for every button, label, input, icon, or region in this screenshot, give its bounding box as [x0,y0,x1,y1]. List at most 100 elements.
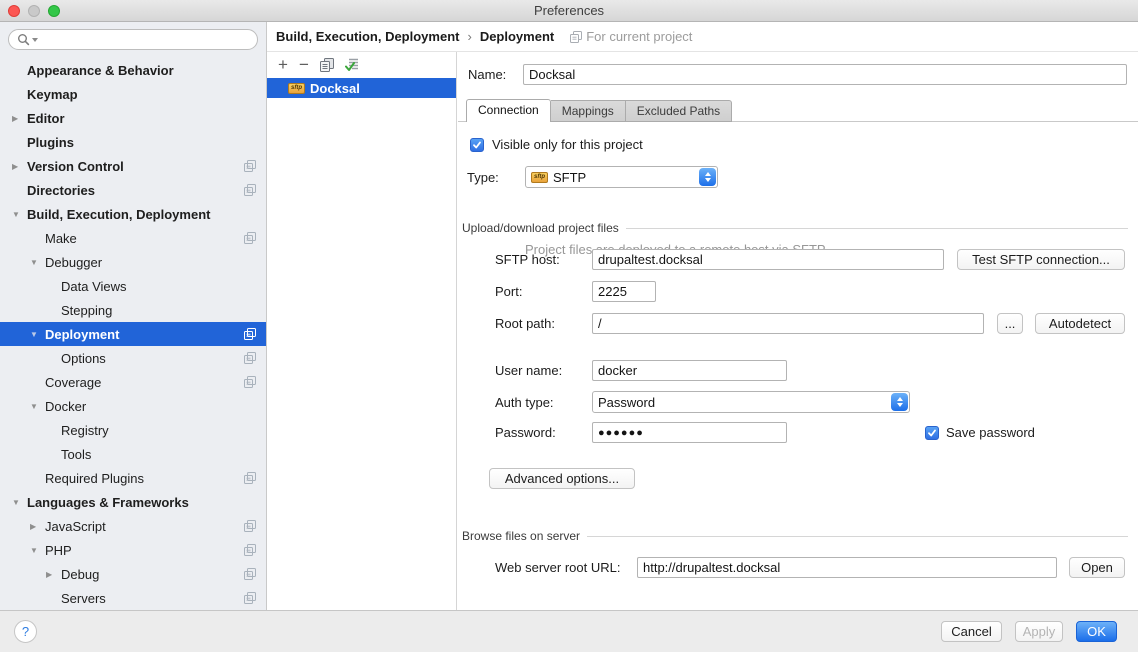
sftp-host-input[interactable] [592,249,944,270]
sidebar-item-label: Appearance & Behavior [27,63,174,78]
auth-type-select[interactable]: Password [592,391,910,413]
password-input[interactable] [592,422,787,443]
copy-server-button[interactable] [320,58,334,72]
sidebar-item-directories[interactable]: Directories [0,178,266,202]
user-name-input[interactable] [592,360,787,381]
cancel-button[interactable]: Cancel [941,621,1002,642]
type-select[interactable]: sftp SFTP [525,166,718,188]
sidebar-item-required-plugins[interactable]: Required Plugins [0,466,266,490]
sidebar-item-docker[interactable]: ▼Docker [0,394,266,418]
web-root-url-input[interactable] [637,557,1057,578]
sftp-file-icon: sftp [531,172,548,183]
sidebar-item-stepping[interactable]: Stepping [0,298,266,322]
sidebar-item-label: Keymap [27,87,78,102]
sidebar-item-debug[interactable]: ▶Debug [0,562,266,586]
search-field[interactable] [8,29,258,50]
search-input[interactable] [43,32,249,47]
search-options-caret-icon[interactable] [32,38,38,42]
help-button[interactable]: ? [14,620,37,643]
title-bar: Preferences [0,0,1138,22]
chevron-right-icon[interactable]: ▶ [10,162,27,171]
for-current-project-label: For current project [586,29,692,44]
autodetect-button[interactable]: Autodetect [1035,313,1125,334]
project-level-icon [570,31,582,43]
upload-section-header: Upload/download project files [462,221,1128,235]
dropdown-stepper-icon[interactable] [699,168,716,186]
add-server-button[interactable]: + [278,57,288,73]
server-list-item-docksal[interactable]: sftp Docksal [267,78,456,98]
advanced-options-button[interactable]: Advanced options... [489,468,635,489]
sidebar-item-label: Servers [61,591,106,606]
settings-sidebar: Appearance & Behavior Keymap ▶Editor Plugin… [0,22,267,610]
sidebar-item-php[interactable]: ▼PHP [0,538,266,562]
remove-server-button[interactable]: − [299,57,309,73]
project-level-icon [244,184,256,196]
copy-icon [320,58,334,72]
port-label: Port: [495,284,592,299]
breadcrumb-parent[interactable]: Build, Execution, Deployment [276,29,459,44]
check-icon [472,140,482,150]
chevron-down-icon[interactable]: ▼ [28,546,45,555]
sidebar-item-editor[interactable]: ▶Editor [0,106,266,130]
chevron-right-icon[interactable]: ▶ [28,522,45,531]
use-as-default-button[interactable] [345,58,359,72]
sidebar-item-registry[interactable]: Registry [0,418,266,442]
sidebar-item-data-views[interactable]: Data Views [0,274,266,298]
sidebar-item-label: Plugins [27,135,74,150]
tab-mappings[interactable]: Mappings [551,100,626,122]
dropdown-stepper-icon[interactable] [891,393,908,411]
chevron-right-icon[interactable]: ▶ [10,114,27,123]
sidebar-item-label: Coverage [45,375,101,390]
sidebar-item-tools[interactable]: Tools [0,442,266,466]
settings-tree: Appearance & Behavior Keymap ▶Editor Plugin… [0,55,266,610]
chevron-down-icon[interactable]: ▼ [28,258,45,267]
root-path-input[interactable] [592,313,984,334]
sidebar-item-keymap[interactable]: Keymap [0,82,266,106]
sidebar-item-servers[interactable]: Servers [0,586,266,610]
sidebar-item-javascript[interactable]: ▶JavaScript [0,514,266,538]
tab-connection[interactable]: Connection [466,99,551,122]
root-path-label: Root path: [495,316,592,331]
for-current-project-badge: For current project [570,29,692,44]
sidebar-item-debugger[interactable]: ▼Debugger [0,250,266,274]
sidebar-item-label: JavaScript [45,519,106,534]
project-level-icon [244,592,256,604]
port-input[interactable] [592,281,656,302]
sidebar-item-version-control[interactable]: ▶Version Control [0,154,266,178]
preferences-window: Preferences Appearance & Behavior Keymap ▶… [0,0,1138,652]
sftp-host-label: SFTP host: [495,252,592,267]
sidebar-item-languages-frameworks[interactable]: ▼Languages & Frameworks [0,490,266,514]
name-input[interactable] [523,64,1127,85]
test-sftp-connection-button[interactable]: Test SFTP connection... [957,249,1125,270]
chevron-down-icon[interactable]: ▼ [28,330,45,339]
chevron-down-icon[interactable]: ▼ [28,402,45,411]
save-password-checkbox[interactable] [925,426,939,440]
browse-section-header: Browse files on server [462,529,1128,543]
tab-excluded-paths[interactable]: Excluded Paths [626,100,732,122]
sidebar-item-options[interactable]: Options [0,346,266,370]
sidebar-item-appearance-behavior[interactable]: Appearance & Behavior [0,58,266,82]
chevron-down-icon[interactable]: ▼ [10,210,27,219]
sidebar-item-deployment[interactable]: ▼Deployment [0,322,266,346]
sidebar-item-label: Stepping [61,303,112,318]
user-name-label: User name: [495,363,592,378]
sidebar-item-plugins[interactable]: Plugins [0,130,266,154]
ok-button[interactable]: OK [1076,621,1117,642]
sidebar-item-label: PHP [45,543,72,558]
project-level-icon [244,328,256,340]
apply-button[interactable]: Apply [1015,621,1063,642]
sidebar-item-label: Languages & Frameworks [27,495,189,510]
sidebar-item-make[interactable]: Make [0,226,266,250]
chevron-right-icon[interactable]: ▶ [44,570,61,579]
browse-root-path-button[interactable]: ... [997,313,1023,334]
tab-bar: Connection Mappings Excluded Paths [466,99,732,122]
window-title: Preferences [0,0,1138,22]
password-label: Password: [495,425,592,440]
sidebar-item-build-execution-deployment[interactable]: ▼Build, Execution, Deployment [0,202,266,226]
project-level-icon [244,520,256,532]
chevron-down-icon[interactable]: ▼ [10,498,27,507]
visible-only-checkbox[interactable] [470,138,484,152]
open-url-button[interactable]: Open [1069,557,1125,578]
web-root-url-label: Web server root URL: [495,560,637,575]
sidebar-item-coverage[interactable]: Coverage [0,370,266,394]
